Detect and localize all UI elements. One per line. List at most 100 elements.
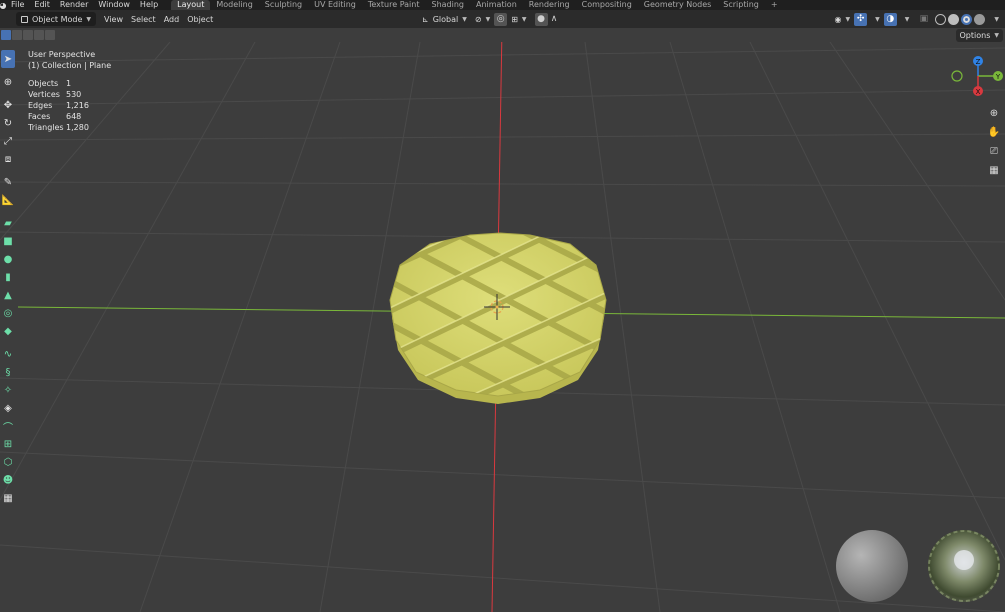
move-tool-icon[interactable]: ✥ [1,96,15,114]
object-menu[interactable]: Object [183,12,217,26]
add-ico-tool-icon[interactable]: ⬡ [1,453,15,471]
gizmo-toggle-icon[interactable]: ✣ [854,12,868,26]
select-new-icon[interactable] [1,30,11,40]
tab-scripting[interactable]: Scripting [717,0,765,10]
tab-geometry-nodes[interactable]: Geometry Nodes [638,0,717,10]
snap-toggle-icon[interactable]: ◎ [494,12,508,26]
chevron-down-icon: ▼ [994,32,999,39]
gizmo-x-label: X [976,88,981,96]
hand-icon[interactable]: ✋ [985,123,1003,141]
material-preview-shading-icon[interactable] [961,13,973,25]
options-dropdown[interactable]: Options ▼ [955,29,1003,42]
main-menu: File Edit Render Window Help [6,0,163,10]
add-spiral-tool-icon[interactable]: § [1,363,15,381]
link-icon: ⊘ [474,14,482,24]
scale-tool-icon[interactable]: ⤢ [1,132,15,150]
lookdev-diffuse-sphere [836,530,908,602]
add-cylinder-tool-icon[interactable]: ▮ [1,268,15,286]
camera-icon[interactable]: ⎚ [985,142,1003,160]
add-custom-tool-icon[interactable]: ◆ [1,322,15,340]
tab-modeling[interactable]: Modeling [210,0,258,10]
gizmo-z-label: Z [976,58,981,66]
chevron-down-icon: ▼ [875,15,880,23]
grid-icon[interactable]: ▦ [985,161,1003,179]
add-cone-tool-icon[interactable]: ▲ [1,286,15,304]
lookdev-hdri-sphere [928,530,1000,602]
menu-file[interactable]: File [6,0,29,10]
rotate-tool-icon[interactable]: ↻ [1,114,15,132]
rendered-shading-icon[interactable] [974,13,986,25]
menu-window[interactable]: Window [93,0,135,10]
visibility-dropdown[interactable]: ◉ ▼ [831,12,855,26]
add-torus-tool-icon[interactable]: ◎ [1,304,15,322]
overlay-dropdown[interactable]: ▼ [897,12,914,26]
extra-tool-icon[interactable]: ▦ [1,489,15,507]
add-light-tool-icon[interactable]: ✧ [1,381,15,399]
transform-controls: ⊾ Global ▼ ⊘ ▼ ◎ ⊞ ▼ ● ∧ [418,12,561,26]
3d-viewport[interactable]: Z Y X [0,42,1005,612]
snap-icon: ⊞ [511,14,518,24]
add-menu[interactable]: Add [160,12,184,26]
stat-row: Vertices 530 [28,90,82,99]
select-box-tool-icon[interactable]: ➤ [1,50,15,68]
header-row-2: Options ▼ [0,28,1005,42]
stat-row: Edges 1,216 [28,101,89,110]
tab-shading[interactable]: Shading [425,0,470,10]
snap-settings-dropdown[interactable]: ⊞ ▼ [507,12,530,26]
select-intersect-icon[interactable] [34,30,44,40]
overlay-toggle-icon[interactable]: ◑ [883,12,897,26]
menu-edit[interactable]: Edit [29,0,55,10]
eye-icon: ◉ [834,14,842,24]
add-monkey-tool-icon[interactable]: ☻ [1,471,15,489]
falloff-icon[interactable]: ∧ [548,13,561,26]
select-menu[interactable]: Select [127,12,160,26]
xray-toggle-icon[interactable]: ▣ [917,13,930,26]
viewport-header: Object Mode ▼ View Select Add Object ⊾ G… [0,10,1005,28]
menu-render[interactable]: Render [55,0,93,10]
tab-rendering[interactable]: Rendering [523,0,576,10]
tab-compositing[interactable]: Compositing [576,0,638,10]
tab-sculpting[interactable]: Sculpting [259,0,308,10]
tab-layout[interactable]: Layout [171,0,211,10]
transform-tool-icon[interactable]: ⧈ [1,150,15,168]
chevron-down-icon: ▼ [485,15,491,23]
active-collection-label: (1) Collection | Plane [28,61,112,70]
chevron-down-icon: ▼ [994,15,999,23]
zoom-icon[interactable]: ⊕ [985,104,1003,122]
tab-uv-editing[interactable]: UV Editing [308,0,362,10]
select-extend-icon[interactable] [12,30,22,40]
mode-dropdown[interactable]: Object Mode ▼ [16,12,97,26]
add-plane-tool-icon[interactable]: ▰ [1,214,15,232]
chevron-down-icon: ▼ [904,15,910,23]
add-cube-tool-icon[interactable]: ■ [1,232,15,250]
add-empty-tool-icon[interactable]: ◈ [1,399,15,417]
gizmo-y-label: Y [995,73,1001,81]
annotate-tool-icon[interactable]: ✎ [1,173,15,191]
gizmo-dropdown[interactable]: ▼ [867,12,884,26]
wireframe-shading-icon[interactable] [935,13,947,25]
solid-shading-icon[interactable] [948,13,960,25]
tab-animation[interactable]: Animation [470,0,523,10]
viewport-navigation: ⊕ ✋ ⎚ ▦ [985,104,1005,180]
measure-tool-icon[interactable]: 📐 [1,191,15,209]
transform-orientation-dropdown[interactable]: ⊾ Global ▼ [418,12,471,26]
add-curve-tool-icon[interactable]: ∿ [1,345,15,363]
stat-row: Faces 648 [28,112,82,121]
add-arc-tool-icon[interactable]: ⌒ [1,417,15,435]
shading-modes [934,13,986,25]
select-subtract-icon[interactable] [23,30,33,40]
add-sphere-tool-icon[interactable]: ● [1,250,15,268]
add-workspace-button[interactable]: + [765,0,784,10]
orientation-icon: ⊾ [422,14,429,24]
scene-statistics: Objects 1 Vertices 530 Edges 1,216 Faces 648… [28,78,111,133]
proportional-editing-icon[interactable]: ● [534,12,548,26]
shading-dropdown[interactable]: ▼ [986,12,1003,26]
tab-texture-paint[interactable]: Texture Paint [362,0,426,10]
pivot-point-dropdown[interactable]: ⊘ ▼ [471,12,494,26]
cursor-tool-icon[interactable]: ⊕ [1,73,15,91]
add-grid-tool-icon[interactable]: ⊞ [1,435,15,453]
options-label: Options [959,31,991,40]
select-invert-icon[interactable] [45,30,55,40]
view-menu[interactable]: View [100,12,127,26]
menu-help[interactable]: Help [135,0,163,10]
